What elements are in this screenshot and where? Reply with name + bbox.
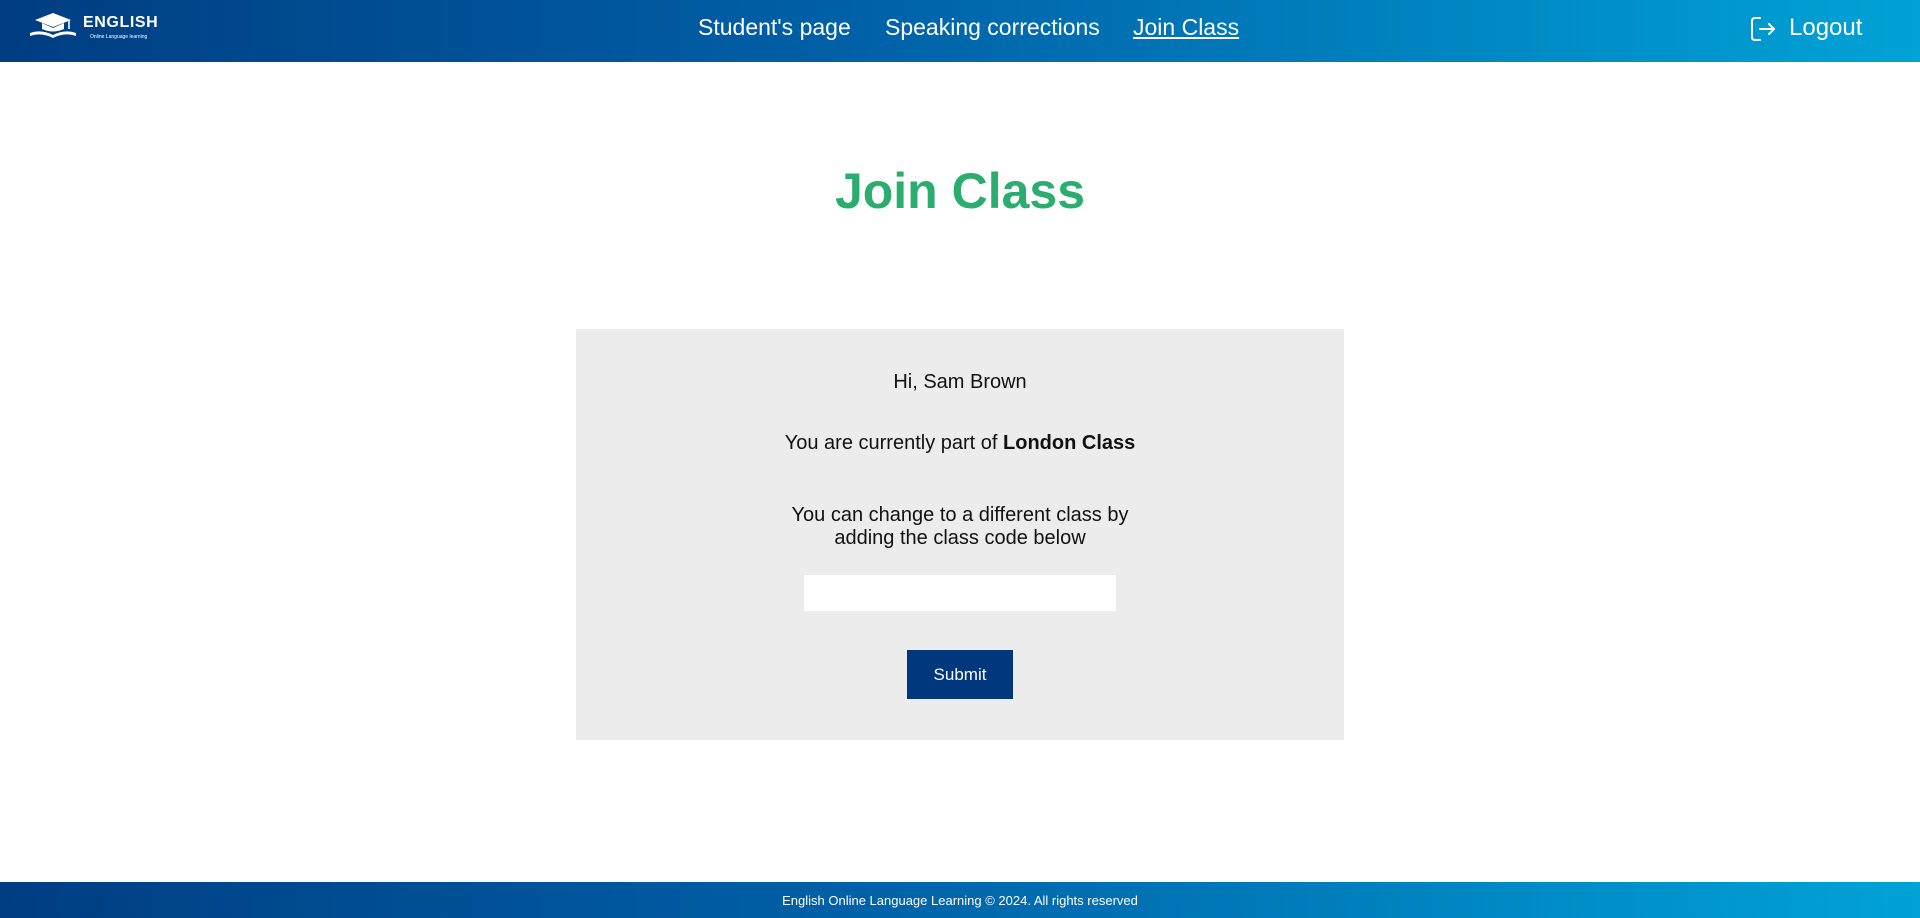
- instruction-text: You can change to a different class by a…: [576, 504, 1344, 550]
- footer-copyright: English Online Language Learning © 2024.…: [782, 893, 1138, 908]
- nav-students-page[interactable]: Student's page: [698, 14, 851, 41]
- nav-speaking-corrections[interactable]: Speaking corrections: [885, 14, 1100, 41]
- nav-join-class[interactable]: Join Class: [1133, 14, 1239, 41]
- logout-label: Logout: [1789, 14, 1863, 41]
- class-code-input[interactable]: [804, 575, 1116, 611]
- greeting-text: Hi, Sam Brown: [893, 371, 1027, 393]
- current-class-text: You are currently part of London Class: [576, 432, 1344, 455]
- footer: English Online Language Learning © 2024.…: [0, 882, 1920, 918]
- page-title: Join Class: [834, 163, 1086, 219]
- logout-icon: [1751, 17, 1775, 41]
- logout-button[interactable]: Logout: [1749, 14, 1870, 44]
- top-navbar: ENGLISH Online Language learning Student…: [0, 0, 1920, 62]
- current-class-prefix: You are currently part of: [784, 432, 1004, 454]
- join-class-card: Hi, Sam Brown You are currently part of …: [576, 329, 1344, 740]
- current-class-name: London Class: [1003, 432, 1136, 454]
- instruction-line-1: You can change to a different class by: [791, 504, 1129, 526]
- main-nav: Student's page Speaking corrections Join…: [0, 14, 1920, 44]
- instruction-line-2: adding the class code below: [834, 527, 1086, 549]
- submit-button[interactable]: Submit: [907, 650, 1013, 699]
